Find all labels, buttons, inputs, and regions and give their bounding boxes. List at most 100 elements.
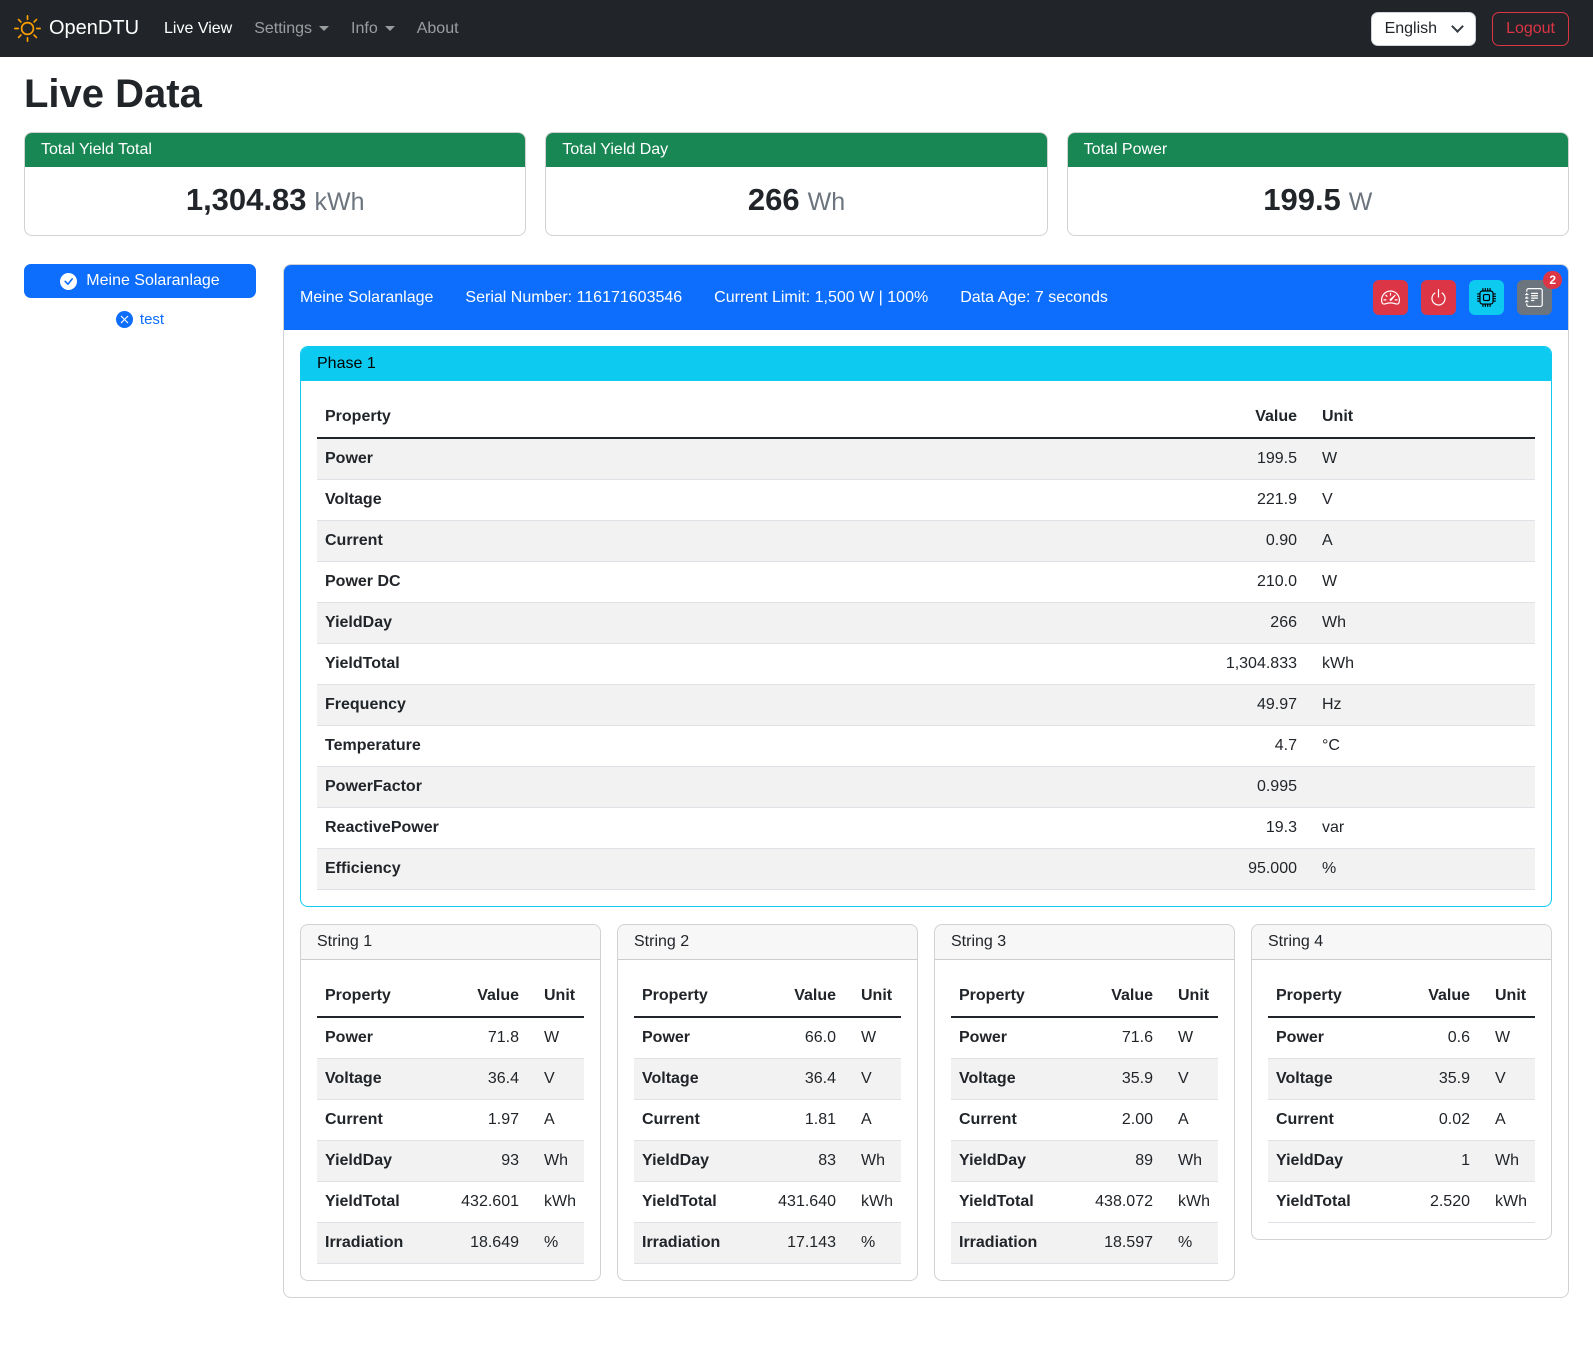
unit-cell: Hz	[1305, 685, 1535, 726]
property-cell: Power	[634, 1017, 770, 1059]
property-cell: Power DC	[317, 562, 1140, 603]
table-row: Irradiation 17.143 %	[634, 1223, 901, 1264]
property-cell: Current	[951, 1100, 1087, 1141]
nav-about[interactable]: About	[406, 12, 470, 46]
logout-button[interactable]: Logout	[1492, 12, 1569, 46]
phase-title: Phase 1	[301, 347, 1551, 381]
value-cell: 199.5	[1140, 438, 1305, 480]
string-card: String 4 Property Value Unit Power 0.6 W…	[1251, 924, 1552, 1240]
table-row: YieldDay 266 Wh	[317, 603, 1535, 644]
table-row: Power 71.8 W	[317, 1017, 584, 1059]
unit-cell: %	[844, 1223, 901, 1264]
inverter-sidebar: Meine Solaranlage test	[24, 264, 256, 328]
inverter-select-label: Meine Solaranlage	[86, 272, 219, 290]
strings-row: String 1 Property Value Unit Power 71.8 …	[300, 924, 1552, 1281]
value-cell: 36.4	[770, 1059, 844, 1100]
phase-table-body: Power 199.5 W Voltage 221.9 V Current 0.…	[317, 438, 1535, 890]
table-header-row: Property Value Unit	[951, 976, 1218, 1017]
value-cell: 266	[1140, 603, 1305, 644]
inverter-item-test[interactable]: test	[24, 311, 256, 328]
event-count-badge: 2	[1543, 271, 1562, 289]
property-cell: Voltage	[634, 1059, 770, 1100]
value-header: Value	[453, 976, 527, 1017]
table-row: YieldTotal 432.601 kWh	[317, 1182, 584, 1223]
check-circle-icon	[60, 273, 77, 290]
property-cell: Voltage	[951, 1059, 1087, 1100]
value-cell: 1	[1409, 1141, 1478, 1182]
value-cell: 210.0	[1140, 562, 1305, 603]
value-cell: 2.00	[1087, 1100, 1161, 1141]
value-cell: 0.90	[1140, 521, 1305, 562]
unit-header: Unit	[1161, 976, 1218, 1017]
unit-cell: W	[527, 1017, 584, 1059]
value-cell: 432.601	[453, 1182, 527, 1223]
power-settings-button[interactable]	[1421, 280, 1456, 315]
unit-cell: W	[1161, 1017, 1218, 1059]
unit-cell: A	[1161, 1100, 1218, 1141]
unit-cell: var	[1305, 808, 1535, 849]
value-cell: 49.97	[1140, 685, 1305, 726]
limit-settings-button[interactable]	[1373, 280, 1408, 315]
string-table: Property Value Unit Power 71.8 W Voltage…	[317, 976, 584, 1264]
property-cell: Current	[317, 521, 1140, 562]
inverter-limit: Current Limit: 1,500 W | 100%	[714, 289, 928, 307]
table-row: Frequency 49.97 Hz	[317, 685, 1535, 726]
unit-cell: Wh	[527, 1141, 584, 1182]
event-log-button[interactable]: 2	[1517, 280, 1552, 315]
unit-cell: Wh	[1478, 1141, 1535, 1182]
property-cell: ReactivePower	[317, 808, 1140, 849]
unit-cell: A	[1478, 1100, 1535, 1141]
summary-card-unit: kWh	[315, 188, 365, 216]
brand[interactable]: OpenDTU	[14, 15, 139, 42]
unit-cell: kWh	[527, 1182, 584, 1223]
inverter-select-button[interactable]: Meine Solaranlage	[24, 264, 256, 298]
unit-cell: V	[844, 1059, 901, 1100]
unit-header: Unit	[527, 976, 584, 1017]
property-cell: YieldTotal	[634, 1182, 770, 1223]
table-row: Power DC 210.0 W	[317, 562, 1535, 603]
table-row: Current 0.90 A	[317, 521, 1535, 562]
value-cell: 17.143	[770, 1223, 844, 1264]
sun-icon	[14, 15, 41, 42]
table-row: Power 66.0 W	[634, 1017, 901, 1059]
unit-cell: W	[1305, 438, 1535, 480]
navbar: OpenDTU Live View Settings Info About En…	[0, 0, 1593, 57]
summary-card-title: Total Yield Total	[25, 133, 525, 167]
language-select[interactable]: English	[1371, 12, 1476, 46]
property-cell: YieldDay	[317, 603, 1140, 644]
property-cell: Power	[951, 1017, 1087, 1059]
unit-cell	[1305, 767, 1535, 808]
table-row: YieldTotal 431.640 kWh	[634, 1182, 901, 1223]
power-icon	[1429, 288, 1448, 307]
table-row: Voltage 35.9 V	[951, 1059, 1218, 1100]
nav-info[interactable]: Info	[340, 12, 406, 46]
unit-cell: V	[1478, 1059, 1535, 1100]
inverter-info-button[interactable]	[1469, 280, 1504, 315]
unit-cell: V	[1161, 1059, 1218, 1100]
table-row: Voltage 221.9 V	[317, 480, 1535, 521]
unit-cell: %	[1305, 849, 1535, 890]
summary-card-total-power: Total Power 199.5W	[1067, 132, 1569, 236]
value-cell: 0.6	[1409, 1017, 1478, 1059]
property-cell: Current	[317, 1100, 453, 1141]
table-row: YieldTotal 2.520 kWh	[1268, 1182, 1535, 1223]
table-row: Voltage 36.4 V	[634, 1059, 901, 1100]
cpu-icon	[1477, 288, 1496, 307]
property-cell: YieldTotal	[317, 644, 1140, 685]
string-table-body: Power 0.6 W Voltage 35.9 V Current 0.02 …	[1268, 1017, 1535, 1223]
unit-cell: kWh	[1305, 644, 1535, 685]
nav-live-view[interactable]: Live View	[153, 12, 243, 46]
nav-settings[interactable]: Settings	[243, 12, 340, 46]
string-card: String 1 Property Value Unit Power 71.8 …	[300, 924, 601, 1281]
unit-cell: V	[527, 1059, 584, 1100]
summary-card-title: Total Yield Day	[546, 133, 1046, 167]
inverter-name: Meine Solaranlage	[300, 289, 433, 307]
value-cell: 89	[1087, 1141, 1161, 1182]
inverter-serial: Serial Number: 116171603546	[465, 289, 682, 307]
inverter-panel-header: Meine Solaranlage Serial Number: 1161716…	[284, 265, 1568, 330]
table-row: YieldDay 89 Wh	[951, 1141, 1218, 1182]
property-cell: Current	[1268, 1100, 1409, 1141]
table-header-row: Property Value Unit	[1268, 976, 1535, 1017]
table-row: YieldDay 93 Wh	[317, 1141, 584, 1182]
property-header: Property	[1268, 976, 1409, 1017]
